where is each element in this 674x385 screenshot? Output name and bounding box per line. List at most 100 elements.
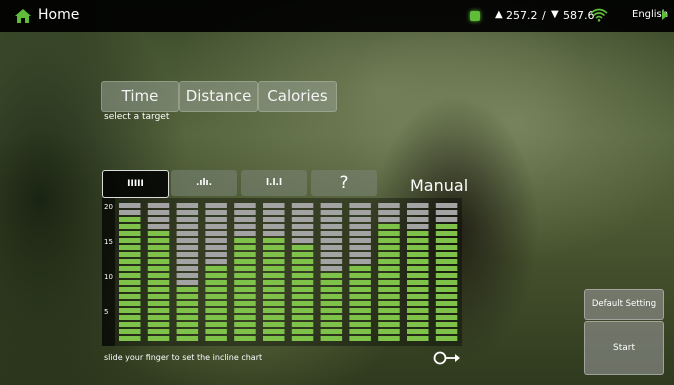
- bar-segment-inactive: [320, 266, 343, 271]
- incline-bar[interactable]: [234, 203, 256, 341]
- bar-segment-active: [119, 329, 141, 334]
- bar-segment-active: [119, 336, 141, 341]
- bar-segment-inactive: [176, 245, 199, 250]
- status-indicator-icon: [470, 11, 480, 21]
- bar-segment-active: [349, 280, 371, 285]
- home-label[interactable]: Home: [38, 7, 79, 23]
- bar-segment-active: [435, 315, 458, 320]
- bar-segment-active: [205, 266, 227, 271]
- bar-segment-inactive: [291, 210, 314, 215]
- bar-segment-active: [263, 259, 285, 264]
- target-time-button[interactable]: Time: [101, 81, 179, 112]
- bar-segment-active: [349, 266, 371, 271]
- bar-segment-active: [234, 280, 256, 285]
- bar-segment-active: [320, 287, 343, 292]
- bar-segment-inactive: [291, 217, 314, 222]
- bar-segment-active: [435, 266, 458, 271]
- bar-segment-active: [147, 280, 170, 285]
- incline-bar[interactable]: [147, 203, 170, 341]
- bar-segment-active: [147, 336, 170, 341]
- bar-segment-active: [320, 315, 343, 320]
- start-button[interactable]: Start: [584, 321, 664, 375]
- y-tick-label: 15: [104, 238, 113, 246]
- bar-segment-inactive: [176, 266, 199, 271]
- bar-segment-inactive: [320, 245, 343, 250]
- bar-segment-active: [320, 301, 343, 306]
- bar-segment-active: [119, 301, 141, 306]
- wifi-icon[interactable]: [590, 8, 608, 22]
- bar-segment-active: [205, 287, 227, 292]
- incline-bar[interactable]: [119, 203, 141, 341]
- bar-segment-active: [205, 301, 227, 306]
- bar-segment-active: [119, 322, 141, 327]
- program-tab-peak[interactable]: .ılı.: [171, 170, 237, 196]
- bar-segment-active: [147, 252, 170, 257]
- bar-segment-active: [378, 336, 400, 341]
- target-distance-button[interactable]: Distance: [179, 81, 258, 112]
- bar-segment-inactive: [205, 210, 227, 215]
- bar-segment-active: [205, 294, 227, 299]
- bar-segment-active: [291, 308, 314, 313]
- bar-segment-active: [263, 238, 285, 243]
- bar-segment-inactive: [349, 245, 371, 250]
- language-arrow-icon[interactable]: [662, 10, 668, 20]
- bar-segment-active: [119, 224, 141, 229]
- bar-segment-active: [407, 308, 429, 313]
- bar-segment-inactive: [176, 259, 199, 264]
- bar-segment-active: [205, 315, 227, 320]
- bar-segment-active: [205, 329, 227, 334]
- incline-bar[interactable]: [320, 203, 343, 341]
- program-tab-random[interactable]: ?: [311, 170, 377, 196]
- bar-segment-active: [407, 315, 429, 320]
- bar-segment-active: [435, 329, 458, 334]
- bar-segment-active: [234, 238, 256, 243]
- interval-bars-icon: l.l.l: [265, 178, 283, 188]
- incline-bar[interactable]: [263, 203, 285, 341]
- incline-bar[interactable]: [176, 203, 199, 341]
- bar-segment-inactive: [320, 238, 343, 243]
- bar-segment-active: [263, 252, 285, 257]
- bar-segment-active: [291, 287, 314, 292]
- incline-bar[interactable]: [205, 203, 227, 341]
- incline-bar[interactable]: [291, 203, 314, 341]
- bar-segment-active: [349, 294, 371, 299]
- bar-segment-active: [147, 231, 170, 236]
- bar-segment-active: [119, 217, 141, 222]
- bar-segment-active: [378, 238, 400, 243]
- bar-segment-active: [147, 259, 170, 264]
- bar-segment-active: [176, 301, 199, 306]
- bar-segment-active: [378, 259, 400, 264]
- bar-segment-active: [378, 280, 400, 285]
- incline-bar[interactable]: [378, 203, 400, 341]
- key-icon[interactable]: [433, 350, 461, 366]
- incline-bar[interactable]: [349, 203, 371, 341]
- bar-segment-active: [435, 322, 458, 327]
- bar-segment-active: [407, 238, 429, 243]
- bar-segment-active: [378, 294, 400, 299]
- incline-bar[interactable]: [435, 203, 458, 341]
- bar-segment-active: [435, 224, 458, 229]
- incline-bar[interactable]: [407, 203, 429, 341]
- bar-segment-inactive: [349, 252, 371, 257]
- y-tick-label: 10: [104, 273, 113, 281]
- bar-segment-active: [435, 294, 458, 299]
- bar-segment-active: [407, 301, 429, 306]
- uniform-bars-icon: IIIII: [127, 179, 144, 189]
- bar-segment-active: [234, 329, 256, 334]
- bar-segment-active: [263, 245, 285, 250]
- default-setting-button[interactable]: Default Setting: [584, 289, 664, 320]
- incline-chart[interactable]: 20 15 10 5: [102, 198, 462, 346]
- bar-segment-active: [234, 336, 256, 341]
- bar-segment-active: [349, 301, 371, 306]
- bar-segment-active: [119, 266, 141, 271]
- bar-segment-active: [291, 329, 314, 334]
- bar-segment-inactive: [176, 280, 199, 285]
- bar-segment-inactive: [176, 231, 199, 236]
- bar-segment-active: [234, 259, 256, 264]
- program-tab-uniform[interactable]: IIIII: [102, 170, 169, 198]
- bar-segment-active: [147, 308, 170, 313]
- bar-segment-active: [263, 315, 285, 320]
- target-calories-button[interactable]: Calories: [258, 81, 337, 112]
- home-icon[interactable]: [14, 8, 32, 24]
- program-tab-interval[interactable]: l.l.l: [241, 170, 307, 196]
